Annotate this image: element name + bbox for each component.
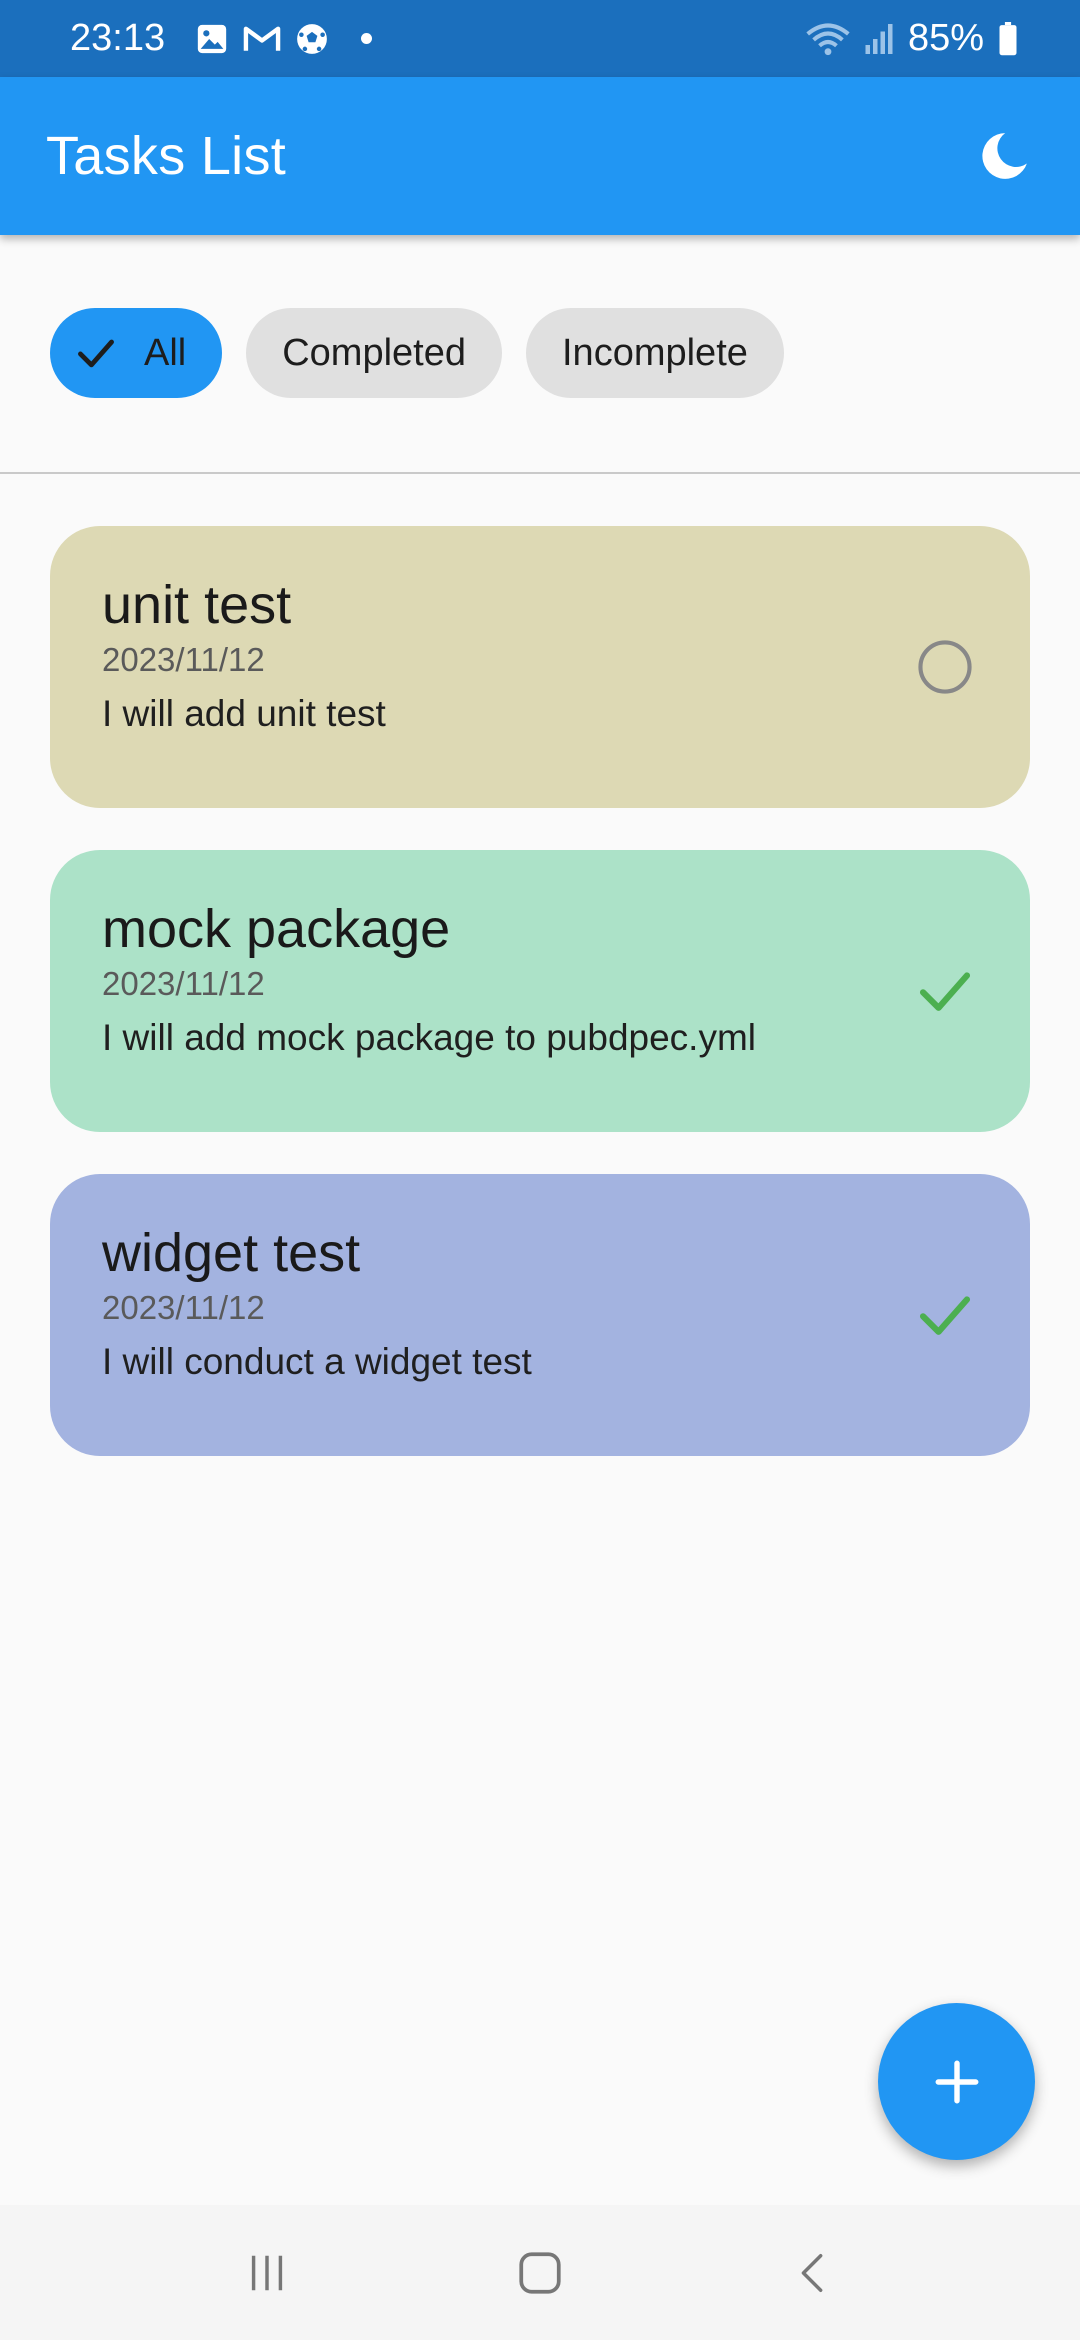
task-card[interactable]: mock package 2023/11/12 I will add mock …	[50, 850, 1030, 1132]
gmail-icon	[243, 23, 281, 55]
divider	[0, 472, 1080, 474]
soccer-ball-icon	[295, 22, 329, 56]
add-task-button[interactable]	[878, 2003, 1035, 2160]
task-card[interactable]: unit test 2023/11/12 I will add unit tes…	[50, 526, 1030, 808]
back-icon	[790, 2250, 836, 2296]
task-title: unit test	[102, 575, 292, 635]
empty-circle-icon	[914, 636, 976, 698]
check-icon	[914, 960, 976, 1022]
screen: 23:13 85% Tasks List All Completed Incom…	[0, 0, 1080, 2340]
page-title: Tasks List	[46, 126, 287, 186]
check-icon	[914, 1284, 976, 1346]
task-description: I will add mock package to pubdpec.yml	[102, 1016, 757, 1058]
home-button[interactable]	[490, 2223, 590, 2323]
filter-chip-all[interactable]: All	[50, 308, 223, 398]
signal-icon	[864, 22, 894, 56]
status-bar: 23:13 85%	[0, 0, 1080, 77]
status-time: 23:13	[70, 17, 166, 59]
task-card[interactable]: widget test 2023/11/12 I will conduct a …	[50, 1174, 1030, 1456]
recent-apps-icon	[244, 2250, 290, 2296]
task-status-toggle[interactable]	[912, 1282, 978, 1348]
task-date: 2023/11/12	[102, 965, 265, 1002]
battery-percent: 85%	[907, 17, 984, 59]
notification-dot	[361, 33, 373, 44]
check-icon	[74, 331, 118, 375]
plus-icon	[932, 2057, 982, 2107]
task-title: widget test	[102, 1223, 361, 1283]
recent-apps-button[interactable]	[217, 2223, 317, 2323]
filter-chip-label: Incomplete	[562, 331, 748, 374]
task-status-toggle[interactable]	[912, 958, 978, 1024]
back-button[interactable]	[763, 2223, 863, 2323]
task-description: I will add unit test	[102, 692, 386, 734]
task-date: 2023/11/12	[102, 1289, 265, 1326]
task-status-toggle[interactable]	[912, 634, 978, 700]
battery-icon	[998, 21, 1018, 56]
task-date: 2023/11/12	[102, 641, 265, 678]
task-title: mock package	[102, 899, 451, 959]
status-right: 85%	[806, 17, 1018, 60]
task-description: I will conduct a widget test	[102, 1340, 532, 1382]
status-left: 23:13	[70, 17, 373, 60]
home-icon	[515, 2248, 565, 2298]
filter-chip-label: All	[144, 331, 187, 374]
moon-icon	[976, 128, 1032, 184]
navigation-bar	[0, 2205, 1080, 2340]
filter-chip-label: Completed	[282, 331, 466, 374]
app-bar: Tasks List	[0, 77, 1080, 235]
filter-chip-completed[interactable]: Completed	[246, 308, 502, 398]
filter-chips: All Completed Incomplete	[50, 308, 784, 398]
theme-toggle-button[interactable]	[968, 120, 1040, 192]
gallery-icon	[195, 22, 229, 56]
wifi-icon	[806, 22, 850, 56]
task-list: unit test 2023/11/12 I will add unit tes…	[50, 526, 1030, 1498]
filter-chip-incomplete[interactable]: Incomplete	[526, 308, 784, 398]
